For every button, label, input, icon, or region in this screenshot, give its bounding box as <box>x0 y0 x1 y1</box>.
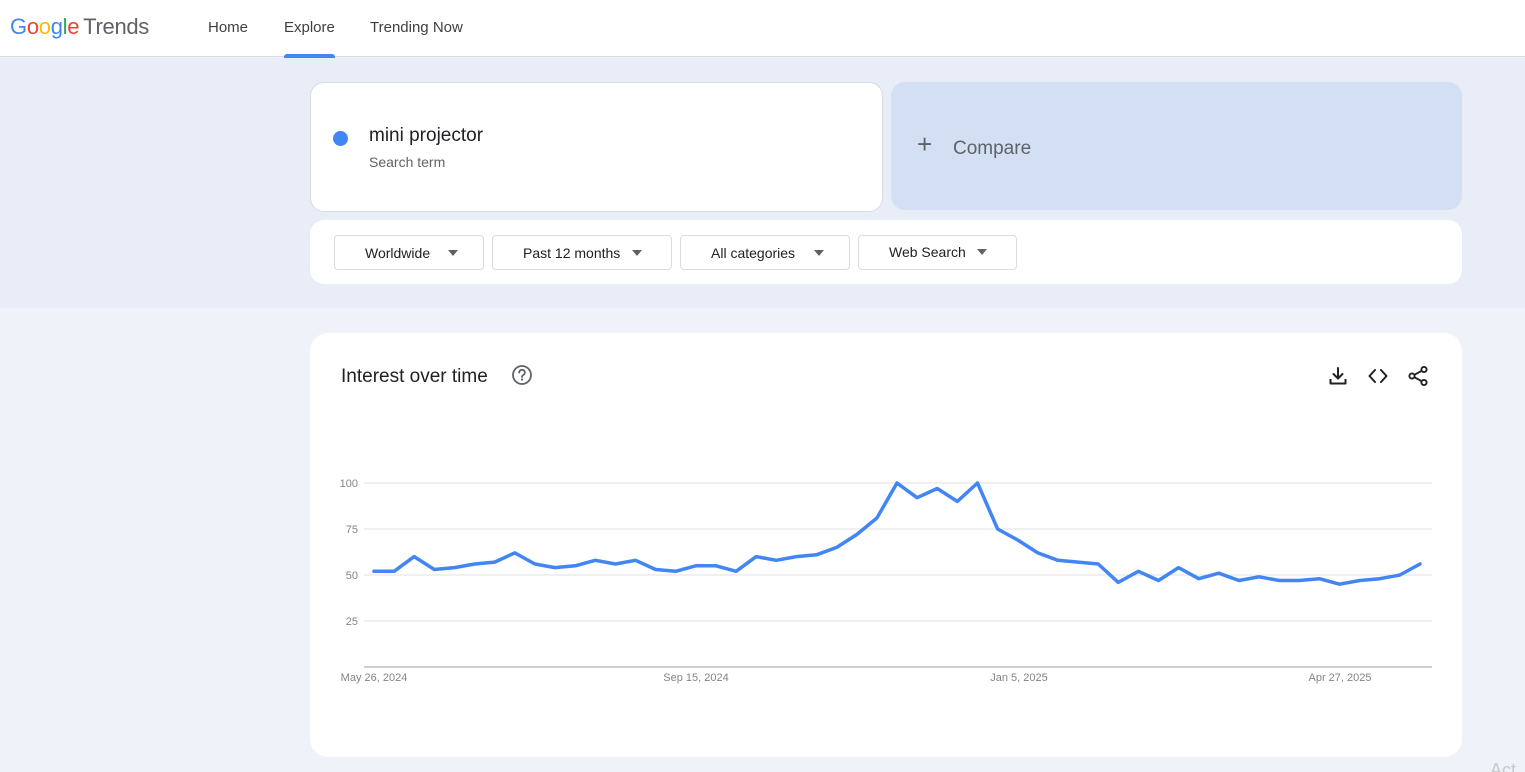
term-color-dot <box>333 131 348 146</box>
chevron-down-icon <box>448 250 458 256</box>
y-tick-label: 25 <box>346 616 358 628</box>
activate-watermark: Act <box>1490 760 1517 772</box>
region-filter[interactable]: Worldwide <box>334 235 484 270</box>
x-tick-label: May 26, 2024 <box>341 672 408 684</box>
logo-trends-text: Trends <box>83 14 150 39</box>
compare-label: Compare <box>953 138 1032 159</box>
period-filter[interactable]: Past 12 months <box>492 235 672 270</box>
top-bar: Google Trends Home Explore Trending Now <box>0 0 1525 58</box>
filters-bar: Worldwide Past 12 months All categories … <box>310 220 1462 284</box>
y-tick-label: 50 <box>346 570 358 582</box>
chevron-down-icon <box>977 249 987 255</box>
search-term-card[interactable]: mini projector Search term <box>310 82 883 212</box>
region-filter-label: Worldwide <box>365 245 431 261</box>
nav-trending-now[interactable]: Trending Now <box>370 0 463 57</box>
interest-over-time-card: Interest over time 25 50 75 100 May 26, 2024… <box>310 333 1462 757</box>
category-filter-label: All categories <box>711 245 796 261</box>
nav-home[interactable]: Home <box>208 0 248 57</box>
series-line <box>372 481 1422 586</box>
x-tick-label: Sep 15, 2024 <box>663 672 728 684</box>
plus-icon: + <box>917 129 933 159</box>
period-filter-label: Past 12 months <box>523 245 621 261</box>
y-tick-label: 75 <box>346 524 358 536</box>
chevron-down-icon <box>632 250 642 256</box>
property-filter[interactable]: Web Search <box>858 235 1017 270</box>
x-tick-label: Apr 27, 2025 <box>1309 672 1372 684</box>
chevron-down-icon <box>814 250 824 256</box>
interest-line-chart: 25 50 75 100 May 26, 2024 Sep 15, 2024 Jan 5, … <box>340 478 1432 684</box>
property-filter-label: Web Search <box>889 244 966 260</box>
category-filter[interactable]: All categories <box>680 235 850 270</box>
y-tick-label: 100 <box>340 478 358 490</box>
search-term-name[interactable]: mini projector <box>369 125 483 147</box>
nav-explore[interactable]: Explore <box>284 0 335 58</box>
google-trends-logo[interactable]: Google Trends <box>10 13 149 41</box>
compare-button[interactable]: + Compare <box>891 82 1462 210</box>
search-term-type: Search term <box>369 154 446 170</box>
x-tick-label: Jan 5, 2025 <box>990 672 1048 684</box>
